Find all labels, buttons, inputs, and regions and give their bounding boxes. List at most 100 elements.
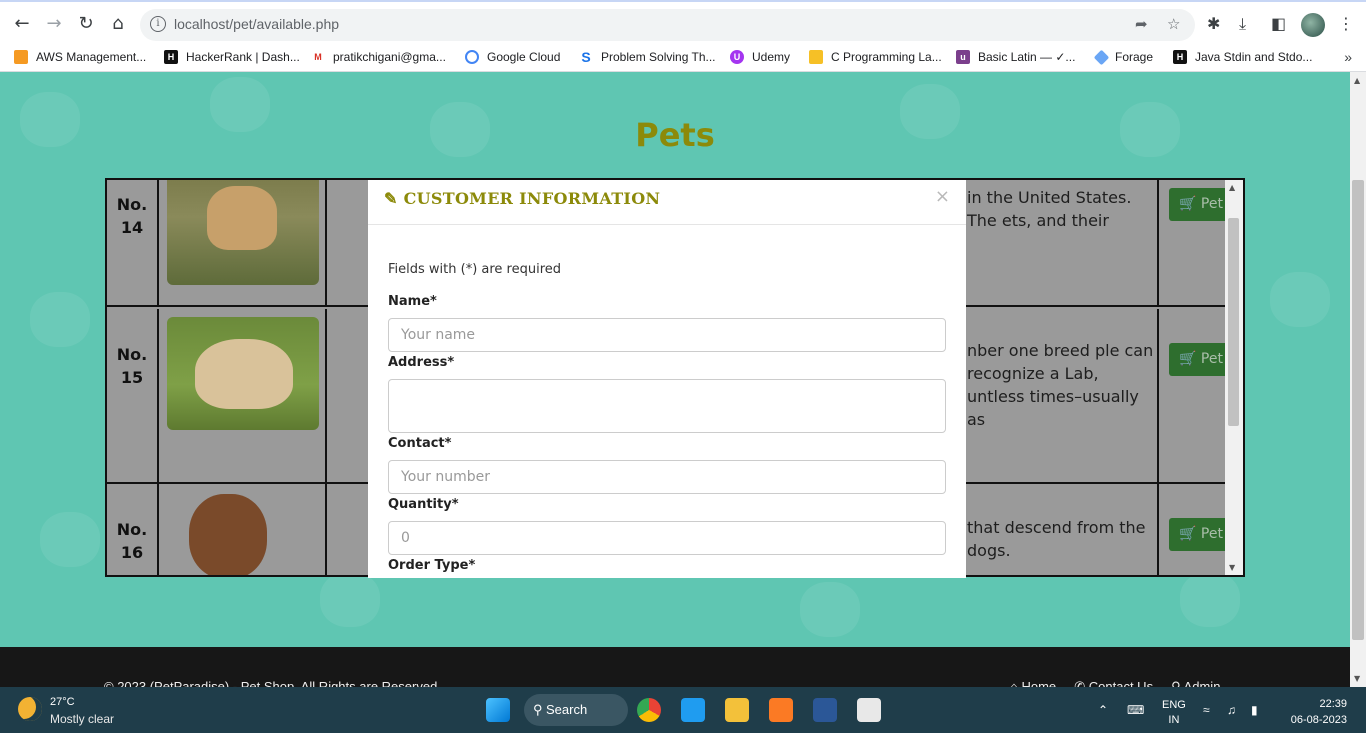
bookmark-label: C Programming La... bbox=[831, 50, 942, 64]
bookmark-forage[interactable]: Forage bbox=[1093, 49, 1153, 65]
bookmark-gmail[interactable]: Mpratikchigani@gma... bbox=[311, 50, 446, 64]
home-icon[interactable]: ⌂ bbox=[106, 12, 130, 36]
pet-order-button[interactable]: 🛒 Pet bbox=[1169, 518, 1229, 551]
pet-description: in the United States. The ets, and their bbox=[967, 188, 1132, 230]
wifi-icon[interactable]: ≈ bbox=[1203, 703, 1210, 717]
page-scrollbar-thumb[interactable] bbox=[1352, 180, 1364, 640]
pet-order-button[interactable]: 🛒 Pet bbox=[1169, 188, 1229, 221]
scroll-up-icon[interactable]: ▲ bbox=[1354, 76, 1360, 85]
address-field[interactable] bbox=[388, 379, 946, 433]
windows-start-icon[interactable] bbox=[486, 698, 510, 722]
udemy-icon: U bbox=[730, 50, 744, 64]
scroll-up-icon[interactable]: ▲ bbox=[1229, 183, 1235, 192]
bookmark-aws[interactable]: AWS Management... bbox=[14, 50, 146, 64]
bookmark-java-stdin[interactable]: H Java Stdin and Stdo... bbox=[1173, 50, 1312, 64]
footer-home-label: Home bbox=[1021, 679, 1057, 687]
pet-order-button[interactable]: 🛒 Pet bbox=[1169, 343, 1229, 376]
bookmark-problem-solving[interactable]: S Problem Solving Th... bbox=[579, 50, 716, 64]
tray-overflow-icon[interactable]: ⌃ bbox=[1098, 703, 1108, 717]
bookmark-label: Basic Latin — ✓... bbox=[978, 50, 1076, 64]
contact-field[interactable]: Your number bbox=[388, 460, 946, 494]
extensions-icon[interactable]: ✱ bbox=[1207, 14, 1220, 33]
bookmark-label: HackerRank | Dash... bbox=[186, 50, 300, 64]
address-label: Address* bbox=[388, 355, 455, 370]
modal-title: ✎ CUSTOMER INFORMATION bbox=[384, 189, 660, 208]
cart-icon: 🛒 bbox=[1179, 351, 1197, 367]
site-info-icon[interactable]: i bbox=[150, 16, 166, 32]
close-icon[interactable]: × bbox=[935, 186, 950, 207]
profile-avatar[interactable] bbox=[1301, 13, 1325, 37]
reload-icon[interactable]: ↻ bbox=[74, 12, 98, 36]
share-icon[interactable]: ➦ bbox=[1135, 15, 1148, 33]
name-field[interactable]: Your name bbox=[388, 318, 946, 352]
weather-description[interactable]: Mostly clear bbox=[50, 712, 114, 726]
footer-home-link[interactable]: ⌂ Home bbox=[1010, 679, 1056, 687]
pet-description: nber one breed ple can recognize a Lab, … bbox=[967, 341, 1154, 429]
cart-icon: 🛒 bbox=[1179, 196, 1197, 212]
pet-image-golden-retriever bbox=[167, 180, 319, 285]
language-indicator[interactable]: ENG IN bbox=[1162, 698, 1186, 728]
modal-header: ✎ CUSTOMER INFORMATION × bbox=[368, 180, 966, 225]
bookmark-hackerrank[interactable]: H HackerRank | Dash... bbox=[164, 50, 300, 64]
pet-image-cell bbox=[159, 180, 327, 305]
pet-number: No. 15 bbox=[107, 309, 159, 482]
order-type-label: Order Type* bbox=[388, 558, 476, 573]
customer-info-modal: ✎ CUSTOMER INFORMATION × Fields with (*)… bbox=[368, 180, 966, 578]
footer-links: ⌂ Home ✆ Contact Us ⚲ Admin bbox=[1010, 679, 1220, 687]
chrome-icon[interactable] bbox=[637, 698, 661, 722]
download-icon[interactable]: ⤓ bbox=[1239, 14, 1246, 34]
address-bar[interactable]: i localhost/pet/available.php ➦ ☆ bbox=[140, 9, 1195, 41]
volume-icon[interactable]: ♫ bbox=[1227, 703, 1236, 717]
footer: © 2023 (PetParadise) - Pet Shop. All Rig… bbox=[0, 647, 1350, 687]
scroll-down-icon[interactable]: ▼ bbox=[1229, 563, 1235, 572]
url-text: localhost/pet/available.php bbox=[174, 16, 340, 32]
weather-moon-icon[interactable] bbox=[18, 697, 42, 721]
forward-icon[interactable]: → bbox=[42, 12, 66, 36]
clock[interactable]: 22:39 06-08-2023 bbox=[1285, 696, 1347, 728]
bookmark-c-programming[interactable]: C Programming La... bbox=[809, 50, 942, 64]
keyboard-icon[interactable]: ⌨ bbox=[1127, 703, 1144, 717]
back-icon[interactable]: ← bbox=[10, 12, 34, 36]
page-title: Pets bbox=[635, 116, 715, 154]
quantity-field[interactable]: 0 bbox=[388, 521, 946, 555]
xampp-icon[interactable] bbox=[769, 698, 793, 722]
taskbar-search[interactable]: ⚲ Search bbox=[524, 694, 628, 726]
edit-icon: ✎ bbox=[384, 189, 398, 208]
table-scrollbar[interactable]: ▲ ▼ bbox=[1225, 180, 1243, 575]
scroll-down-icon[interactable]: ▼ bbox=[1354, 674, 1360, 683]
language-code: ENG bbox=[1162, 699, 1186, 711]
footer-contact-link[interactable]: ✆ Contact Us bbox=[1074, 679, 1153, 687]
menu-icon[interactable]: ⋮ bbox=[1338, 14, 1354, 33]
battery-icon[interactable]: ▮ bbox=[1251, 703, 1258, 717]
footer-admin-label: Admin bbox=[1183, 679, 1221, 687]
paw-decoration bbox=[30, 292, 90, 347]
required-note: Fields with (*) are required bbox=[388, 262, 562, 277]
forage-icon bbox=[1093, 49, 1110, 65]
footer-contact-label: Contact Us bbox=[1088, 679, 1154, 687]
browser-toolbar: ← → ↻ ⌂ i localhost/pet/available.php ➦ … bbox=[0, 0, 1366, 46]
bookmark-udemy[interactable]: U Udemy bbox=[730, 50, 790, 64]
bookmark-star-icon[interactable]: ☆ bbox=[1167, 15, 1180, 33]
search-icon: ⚲ bbox=[533, 702, 543, 717]
footer-admin-link[interactable]: ⚲ Admin bbox=[1171, 679, 1220, 687]
page-scrollbar[interactable]: ▲ ▼ bbox=[1350, 72, 1366, 687]
weather-temperature[interactable]: 27°C bbox=[50, 696, 75, 708]
file-explorer-icon[interactable] bbox=[725, 698, 749, 722]
bookmark-google-cloud[interactable]: Google Cloud bbox=[465, 50, 560, 64]
region-code: IN bbox=[1168, 714, 1180, 726]
pet-button-label: Pet bbox=[1200, 526, 1223, 542]
word-icon[interactable] bbox=[813, 698, 837, 722]
vscode-icon[interactable] bbox=[681, 698, 705, 722]
table-scrollbar-thumb[interactable] bbox=[1228, 218, 1239, 426]
pet-button-label: Pet bbox=[1200, 196, 1223, 212]
bookmarks-more-icon[interactable]: » bbox=[1344, 49, 1352, 65]
footer-copyright: © 2023 (PetParadise) - Pet Shop. All Rig… bbox=[104, 679, 438, 687]
clock-time: 22:39 bbox=[1319, 698, 1347, 710]
home-icon: ⌂ bbox=[1010, 679, 1018, 687]
snipping-tool-icon[interactable] bbox=[857, 698, 881, 722]
page-content: Pets No. 14 in the United States. The et… bbox=[0, 72, 1350, 647]
basic-latin-icon: u bbox=[956, 50, 970, 64]
side-panel-icon[interactable]: ◧ bbox=[1271, 14, 1286, 33]
bookmark-basic-latin[interactable]: u Basic Latin — ✓... bbox=[956, 50, 1075, 64]
pet-image-cell bbox=[159, 484, 327, 575]
